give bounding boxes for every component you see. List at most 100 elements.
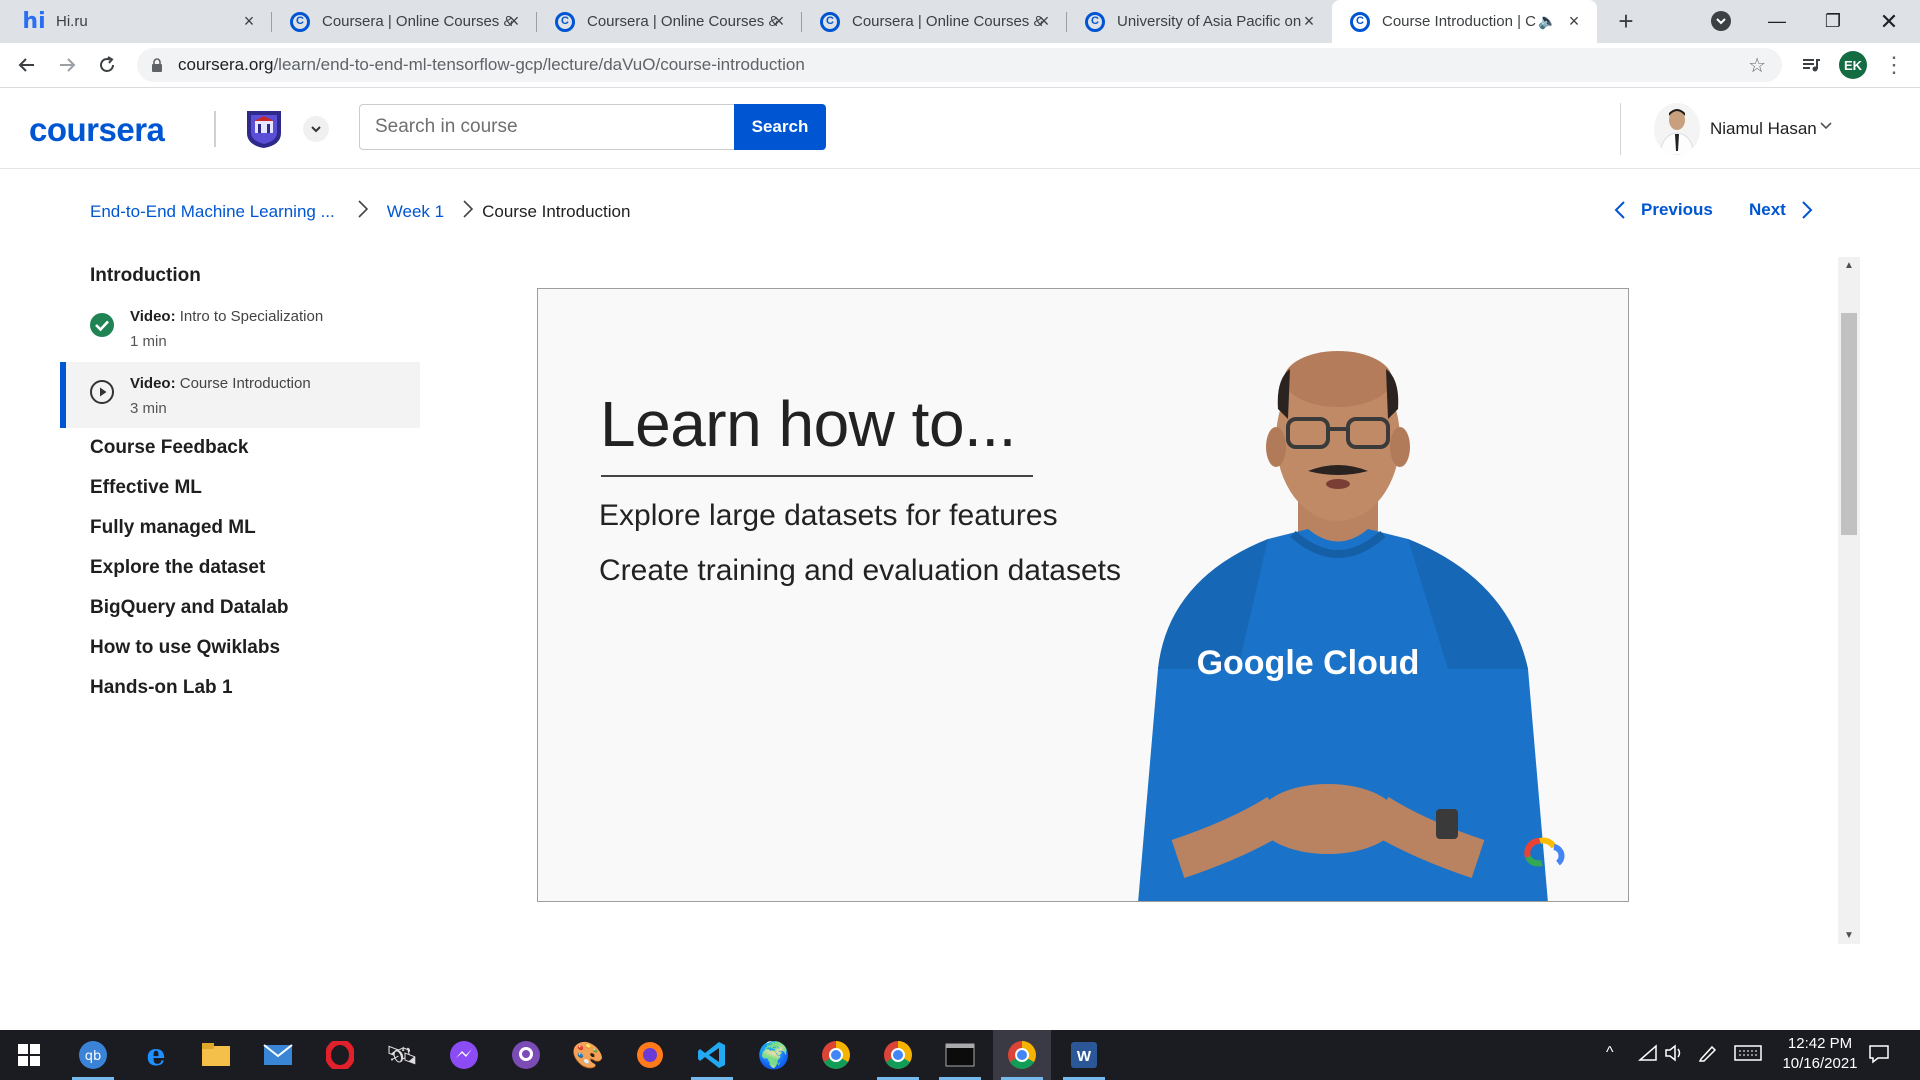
media-control-button[interactable]: [1797, 51, 1825, 79]
browser-menu-button[interactable]: ⋮: [1880, 51, 1908, 79]
satellite-icon: 🛰: [385, 1039, 419, 1070]
tab-search-button[interactable]: [1711, 11, 1731, 31]
sidebar-section[interactable]: Fully managed ML: [90, 517, 256, 539]
lock-icon[interactable]: [151, 58, 163, 72]
address-bar[interactable]: coursera.org/learn/end-to-end-ml-tensorf…: [137, 48, 1782, 82]
messenger-icon: [450, 1041, 478, 1069]
sidebar-section[interactable]: BigQuery and Datalab: [90, 597, 289, 619]
browser-toolbar: coursera.org/learn/end-to-end-ml-tensorf…: [0, 43, 1920, 88]
taskbar-clock[interactable]: 12:42 PM 10/16/2021: [1760, 1034, 1880, 1074]
taskbar-app[interactable]: [807, 1030, 865, 1080]
back-button[interactable]: [13, 51, 41, 79]
start-button[interactable]: [0, 1030, 58, 1080]
notification-icon[interactable]: [1868, 1044, 1890, 1069]
sidebar-section[interactable]: Explore the dataset: [90, 557, 265, 579]
taskbar-app[interactable]: [249, 1030, 307, 1080]
course-search-input[interactable]: [359, 104, 735, 150]
forward-button[interactable]: [53, 51, 81, 79]
university-logo[interactable]: [243, 107, 285, 149]
mail-icon: [263, 1044, 293, 1065]
search-button[interactable]: Search: [734, 104, 826, 150]
sidebar-section-introduction[interactable]: Introduction: [90, 265, 201, 287]
scrollbar-thumb[interactable]: [1841, 313, 1857, 535]
browser-tab-strip: hi Hi.ru × C Coursera | Online Courses &…: [0, 0, 1920, 43]
close-icon[interactable]: ×: [1565, 12, 1583, 30]
close-icon[interactable]: ×: [1300, 12, 1318, 30]
video-headline: Learn how to...: [600, 388, 1016, 460]
next-button[interactable]: Next: [1749, 200, 1814, 220]
sidebar-section[interactable]: Course Feedback: [90, 437, 248, 459]
taskbar-app[interactable]: [187, 1030, 245, 1080]
url-text: coursera.org/learn/end-to-end-ml-tensorf…: [178, 55, 805, 75]
windows-taskbar: qb e 🛰 🎨 🌍 W ^ 12:42 PM 10/16/2021: [0, 1030, 1920, 1080]
taskbar-app[interactable]: [621, 1030, 679, 1080]
globe-icon: 🌍: [757, 1039, 791, 1070]
taskbar-app[interactable]: [497, 1030, 555, 1080]
taskbar-app-active[interactable]: [993, 1030, 1051, 1080]
browser-tab[interactable]: C Coursera | Online Courses & ×: [537, 0, 802, 43]
scroll-up-icon[interactable]: ▲: [1842, 260, 1856, 271]
taskbar-app[interactable]: [311, 1030, 369, 1080]
edge-icon: e: [146, 1037, 166, 1073]
lesson-type: Video:: [130, 375, 176, 392]
taskbar-app[interactable]: W: [1055, 1030, 1113, 1080]
close-icon[interactable]: ×: [770, 12, 788, 30]
taskbar-app[interactable]: [683, 1030, 741, 1080]
chevron-up-icon[interactable]: ^: [1606, 1044, 1614, 1062]
video-underline: [601, 475, 1033, 477]
reload-button[interactable]: [93, 51, 121, 79]
previous-button[interactable]: Previous: [1613, 200, 1713, 220]
taskbar-app[interactable]: e: [127, 1030, 185, 1080]
lesson-duration: 1 min: [130, 333, 167, 350]
network-icon[interactable]: [1638, 1044, 1658, 1067]
org-switcher-button[interactable]: [303, 116, 329, 142]
breadcrumb-week-link[interactable]: Week 1: [387, 202, 444, 222]
taskbar-app[interactable]: 🌍: [745, 1030, 803, 1080]
clock-date: 10/16/2021: [1782, 1055, 1858, 1072]
taskbar-app[interactable]: qb: [64, 1030, 122, 1080]
browser-tab[interactable]: C University of Asia Pacific on ×: [1067, 0, 1332, 43]
video-bullet: Explore large datasets for features: [599, 499, 1058, 532]
coursera-logo[interactable]: coursera: [29, 111, 165, 149]
header-divider: [1620, 103, 1621, 155]
close-icon[interactable]: ×: [240, 12, 258, 30]
taskbar-app[interactable]: 🎨: [559, 1030, 617, 1080]
bookmark-star-icon[interactable]: ☆: [1748, 53, 1766, 78]
taskbar-app[interactable]: 🛰: [373, 1030, 431, 1080]
taskbar-app[interactable]: [931, 1030, 989, 1080]
window-close-button[interactable]: ✕: [1866, 0, 1912, 43]
lesson-item[interactable]: Video: Intro to Specialization 1 min: [60, 295, 420, 361]
close-icon[interactable]: ×: [1035, 12, 1053, 30]
lesson-item-current[interactable]: Video: Course Introduction 3 min: [60, 362, 420, 428]
profile-avatar[interactable]: EK: [1839, 51, 1867, 79]
chevron-right-icon: [462, 199, 474, 225]
chevron-right-icon: [1802, 201, 1813, 219]
volume-icon[interactable]: [1664, 1044, 1684, 1067]
breadcrumb-course-link[interactable]: End-to-End Machine Learning ...: [90, 202, 335, 222]
tab-title: Coursera | Online Courses &: [322, 13, 512, 30]
taskbar-app[interactable]: [869, 1030, 927, 1080]
scroll-down-icon[interactable]: ▼: [1842, 930, 1856, 941]
pen-icon[interactable]: [1698, 1044, 1718, 1067]
user-avatar[interactable]: [1654, 103, 1700, 155]
browser-tab-active[interactable]: C Course Introduction | C 🔈 ×: [1332, 0, 1597, 43]
close-icon[interactable]: ×: [505, 12, 523, 30]
play-circle-icon: [90, 380, 114, 404]
browser-tab[interactable]: C Coursera | Online Courses & ×: [802, 0, 1067, 43]
sidebar-section[interactable]: How to use Qwiklabs: [90, 637, 280, 659]
coursera-icon: C: [555, 11, 575, 32]
video-player[interactable]: Learn how to... Explore large datasets f…: [537, 288, 1629, 902]
paint-icon: 🎨: [571, 1039, 605, 1070]
browser-tab[interactable]: hi Hi.ru ×: [0, 0, 272, 43]
sidebar-section[interactable]: Effective ML: [90, 477, 202, 499]
chevron-down-icon[interactable]: [1818, 117, 1834, 137]
keyboard-icon[interactable]: [1734, 1044, 1762, 1067]
minimize-button[interactable]: —: [1754, 0, 1800, 43]
user-name[interactable]: Niamul Hasan: [1710, 119, 1817, 139]
new-tab-button[interactable]: +: [1612, 8, 1640, 36]
sidebar-section[interactable]: Hands-on Lab 1: [90, 677, 233, 699]
browser-tab[interactable]: C Coursera | Online Courses & ×: [272, 0, 537, 43]
taskbar-app[interactable]: [435, 1030, 493, 1080]
speaker-icon[interactable]: 🔈: [1538, 12, 1557, 30]
maximize-button[interactable]: ❐: [1810, 0, 1856, 43]
